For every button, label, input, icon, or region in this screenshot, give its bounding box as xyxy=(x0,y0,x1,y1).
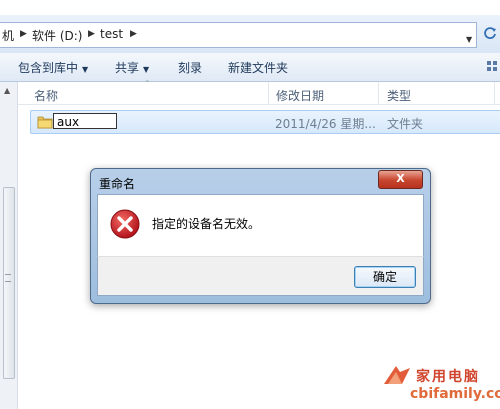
folder-icon xyxy=(37,116,53,129)
scrollbar-grip-icon xyxy=(5,274,11,282)
share-label: 共享 xyxy=(115,61,140,75)
command-toolbar: 包含到库中 ▼ 共享 ▼ 刻录 新建文件夹 xyxy=(0,53,500,82)
watermark-url: cbifamily.com xyxy=(410,386,500,402)
rename-input[interactable]: aux xyxy=(53,113,117,129)
breadcrumb-separator-icon[interactable]: ▶ xyxy=(88,29,95,39)
new-folder-button[interactable]: 新建文件夹 xyxy=(228,59,288,76)
error-icon xyxy=(110,209,140,239)
column-header-modified[interactable]: 修改日期 xyxy=(276,87,324,104)
column-header-type[interactable]: 类型 xyxy=(387,87,411,104)
file-modified-date: 2011/4/26 星期... xyxy=(275,117,376,131)
breadcrumb-folder[interactable]: test xyxy=(100,27,123,41)
watermark-brand: 家用电脑 xyxy=(416,369,480,385)
dialog-footer: 确定 xyxy=(97,256,424,296)
column-header-row: ⌃ 名称 修改日期 类型 xyxy=(18,79,500,105)
view-options-icon[interactable] xyxy=(486,60,498,72)
refresh-icon[interactable] xyxy=(482,25,498,41)
scroll-up-icon[interactable]: ▲ xyxy=(4,86,10,95)
ok-button[interactable]: 确定 xyxy=(354,266,416,288)
rename-error-dialog: 重命名 X 指定的设备名无效。 确定 xyxy=(90,168,431,304)
sort-ascending-icon: ⌃ xyxy=(144,79,151,88)
watermark-logo-icon xyxy=(384,366,410,384)
chevron-down-icon: ▼ xyxy=(143,65,150,74)
column-divider[interactable] xyxy=(494,82,495,104)
column-header-name[interactable]: 名称 xyxy=(34,87,58,104)
share-button[interactable]: 共享 ▼ xyxy=(115,59,149,76)
column-divider[interactable] xyxy=(378,82,379,104)
file-type: 文件夹 xyxy=(387,117,424,131)
dialog-close-button[interactable]: X xyxy=(378,170,423,189)
address-dropdown-icon[interactable]: ▼ xyxy=(466,35,472,44)
column-divider[interactable] xyxy=(268,82,269,104)
include-in-library-button[interactable]: 包含到库中 ▼ xyxy=(18,59,88,76)
breadcrumb-separator-icon[interactable]: ▶ xyxy=(130,29,137,39)
breadcrumb-separator-icon[interactable]: ▶ xyxy=(20,29,27,39)
dialog-title: 重命名 xyxy=(99,177,136,191)
scrollbar-thumb[interactable] xyxy=(3,187,15,379)
dialog-message: 指定的设备名无效。 xyxy=(152,217,261,231)
breadcrumb-computer[interactable]: 机 xyxy=(2,27,14,44)
include-in-library-label: 包含到库中 xyxy=(18,61,79,75)
chevron-down-icon: ▼ xyxy=(82,65,89,74)
breadcrumb[interactable]: 机 ▶ 软件 (D:) ▶ test ▶ ▼ xyxy=(0,22,477,48)
burn-button[interactable]: 刻录 xyxy=(178,59,202,76)
breadcrumb-drive[interactable]: 软件 (D:) xyxy=(32,27,82,44)
file-row[interactable]: aux 2011/4/26 星期... 文件夹 xyxy=(30,110,500,134)
dialog-content: 指定的设备名无效。 xyxy=(97,194,424,257)
address-bar: 机 ▶ 软件 (D:) ▶ test ▶ ▼ xyxy=(0,15,500,54)
navigation-scrollbar[interactable]: ▲ xyxy=(0,82,18,409)
